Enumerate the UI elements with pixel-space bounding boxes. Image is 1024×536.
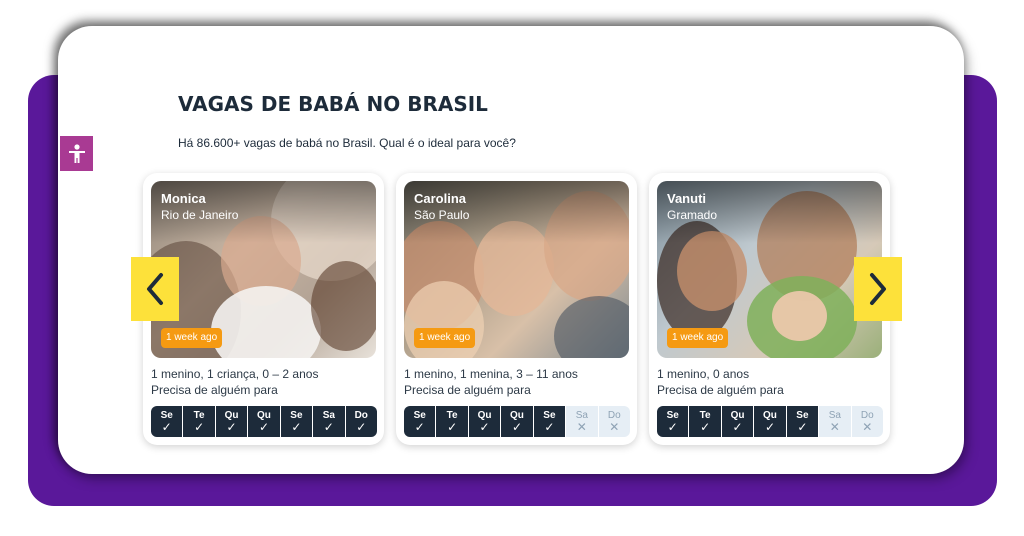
parent-city: São Paulo	[414, 208, 470, 222]
day-cell: Te ✓	[183, 406, 216, 437]
check-icon: ✓	[511, 419, 522, 434]
check-icon: ✓	[161, 419, 172, 434]
day-cell: Qu ✓	[468, 406, 502, 437]
day-cell: Do ✕	[851, 406, 883, 437]
day-cell: Qu ✓	[754, 406, 787, 437]
children-info: 1 menino, 1 criança, 0 – 2 anos	[151, 367, 319, 381]
cross-icon: ✕	[576, 419, 587, 434]
cross-icon: ✕	[862, 419, 873, 434]
check-icon: ✓	[194, 419, 205, 434]
need-label: Precisa de alguém para	[657, 383, 784, 397]
check-icon: ✓	[356, 419, 367, 434]
posted-badge: 1 week ago	[667, 328, 729, 348]
posted-badge: 1 week ago	[414, 328, 476, 348]
parent-name: Vanuti	[667, 191, 707, 206]
chevron-left-icon	[147, 273, 163, 305]
parent-name: Monica	[161, 191, 206, 206]
day-cell: Se ✓	[404, 406, 437, 437]
job-card[interactable]: Monica Rio de Janeiro 1 week ago 1 menin…	[143, 173, 384, 445]
day-cell: Qu ✓	[248, 406, 281, 437]
day-cell: Sa ✕	[819, 406, 852, 437]
check-icon: ✓	[667, 419, 678, 434]
need-label: Precisa de alguém para	[151, 383, 278, 397]
check-icon: ✓	[258, 419, 269, 434]
day-cell: Te ✓	[436, 406, 469, 437]
parent-name: Carolina	[414, 191, 467, 206]
parent-city: Rio de Janeiro	[161, 208, 239, 222]
check-icon: ✓	[323, 419, 334, 434]
day-cell: Do ✓	[345, 406, 377, 437]
check-icon: ✓	[544, 419, 555, 434]
weekday-schedule: Se ✓ Te ✓ Qu ✓ Qu ✓ Se ✓ Sa ✕ Do ✕	[657, 406, 883, 437]
carousel-next-button[interactable]	[854, 257, 902, 321]
parent-city: Gramado	[667, 208, 718, 222]
day-cell: Sa ✕	[566, 406, 599, 437]
check-icon: ✓	[291, 419, 302, 434]
check-icon: ✓	[797, 419, 808, 434]
chevron-right-icon	[870, 273, 886, 305]
check-icon: ✓	[700, 419, 711, 434]
check-icon: ✓	[479, 419, 490, 434]
cross-icon: ✕	[829, 419, 840, 434]
day-cell: Qu ✓	[501, 406, 534, 437]
check-icon: ✓	[732, 419, 743, 434]
family-photo: Vanuti Gramado 1 week ago	[657, 181, 882, 358]
family-photo: Monica Rio de Janeiro 1 week ago	[151, 181, 376, 358]
day-cell: Se ✓	[533, 406, 567, 437]
weekday-schedule: Se ✓ Te ✓ Qu ✓ Qu ✓ Se ✓ Sa ✓ Do ✓	[151, 406, 377, 437]
section-subtitle: Há 86.600+ vagas de babá no Brasil. Qual…	[178, 136, 516, 150]
day-cell: Se ✓	[151, 406, 184, 437]
check-icon: ✓	[226, 419, 237, 434]
accessibility-icon	[68, 143, 85, 163]
check-icon: ✓	[414, 419, 425, 434]
children-info: 1 menino, 0 anos	[657, 367, 750, 381]
posted-badge: 1 week ago	[161, 328, 223, 348]
day-cell: Do ✕	[598, 406, 630, 437]
section-title: VAGAS DE BABÁ NO BRASIL	[178, 92, 488, 116]
weekday-schedule: Se ✓ Te ✓ Qu ✓ Qu ✓ Se ✓ Sa ✕ Do ✕	[404, 406, 630, 437]
cross-icon: ✕	[609, 419, 620, 434]
job-card[interactable]: Carolina São Paulo 1 week ago 1 menino, …	[396, 173, 637, 445]
day-cell: Sa ✓	[313, 406, 346, 437]
family-photo: Carolina São Paulo 1 week ago	[404, 181, 629, 358]
day-cell: Qu ✓	[215, 406, 249, 437]
day-cell: Qu ✓	[721, 406, 755, 437]
check-icon: ✓	[447, 419, 458, 434]
day-cell: Se ✓	[657, 406, 690, 437]
need-label: Precisa de alguém para	[404, 383, 531, 397]
accessibility-button[interactable]	[60, 136, 93, 171]
day-cell: Te ✓	[689, 406, 722, 437]
day-cell: Se ✓	[280, 406, 314, 437]
day-cell: Se ✓	[786, 406, 820, 437]
children-info: 1 menino, 1 menina, 3 – 11 anos	[404, 367, 578, 381]
carousel-prev-button[interactable]	[131, 257, 179, 321]
check-icon: ✓	[764, 419, 775, 434]
